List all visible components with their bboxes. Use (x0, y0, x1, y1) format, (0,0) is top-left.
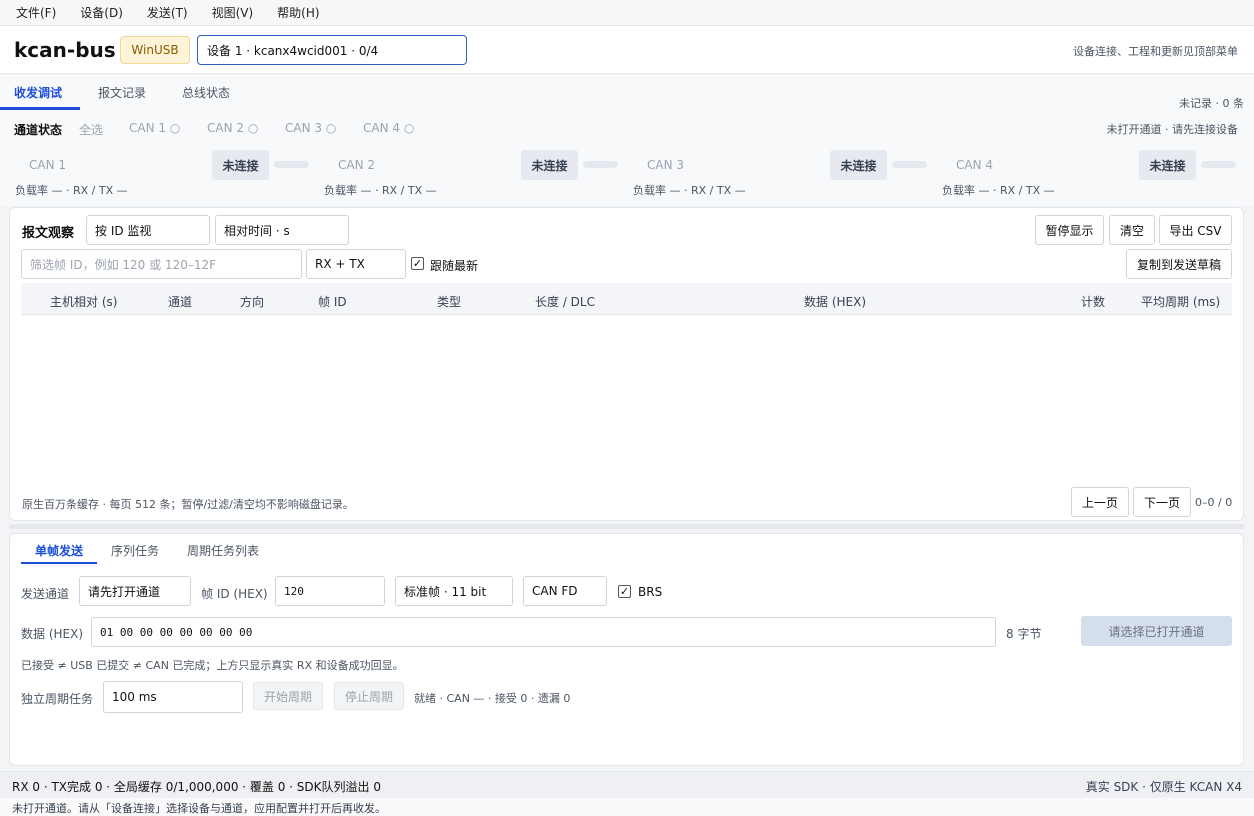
channel-card-load: 负载率 — · RX / TX — (942, 184, 1055, 197)
menu-file[interactable]: 文件(F) (16, 4, 56, 21)
col-channel[interactable]: 通道 (168, 293, 192, 310)
channel-chip-can3[interactable]: CAN 3 ○ (285, 121, 336, 135)
channel-card-load-bar (1201, 161, 1236, 168)
send-tab-indicator (21, 562, 97, 564)
col-host-time[interactable]: 主机相对 (s) (50, 293, 117, 310)
stop-period-button[interactable]: 停止周期 (334, 682, 404, 710)
app-title: kcan-bus (14, 38, 116, 62)
channel-hint: 未打开通道 · 请先连接设备 (1106, 123, 1239, 136)
menu-send[interactable]: 发送(T) (147, 4, 188, 21)
brs-label: BRS (638, 585, 663, 599)
channel-card-status-badge: 未连接 (1139, 150, 1196, 180)
channel-card-load-bar (583, 161, 618, 168)
tab-single-frame[interactable]: 单帧发送 (35, 542, 83, 559)
channel-status-title: 通道状态 (14, 123, 63, 137)
channel-card-name: CAN 4 (956, 158, 994, 172)
device-select[interactable]: 设备 1 · kcanx4wcid001 · 0/4 (197, 35, 467, 65)
hint-bar: 未打开通道。请从「设备连接」选择设备与通道，应用配置并打开后再收发。 (0, 798, 1254, 816)
menu-device[interactable]: 设备(D) (80, 4, 123, 21)
byte-count: 8 字节 (1006, 627, 1042, 641)
send-channel-select[interactable]: 请先打开通道 (79, 576, 191, 606)
channel-card-load-bar (892, 161, 927, 168)
brs-checkbox[interactable]: ✓ (618, 585, 631, 598)
export-csv-button[interactable]: 导出 CSV (1159, 215, 1232, 245)
channel-card-name: CAN 2 (338, 158, 376, 172)
frame-id-label: 帧 ID (HEX) (201, 587, 268, 601)
period-input[interactable]: 100 ms (103, 681, 243, 713)
copy-to-draft-button[interactable]: 复制到发送草稿 (1126, 249, 1232, 279)
menu-view[interactable]: 视图(V) (212, 4, 254, 21)
channel-card-status-badge: 未连接 (521, 150, 578, 180)
monitor-mode-select[interactable]: 按 ID 监视 (86, 215, 210, 245)
col-frame-id[interactable]: 帧 ID (318, 293, 347, 310)
channel-card-load: 负载率 — · RX / TX — (15, 184, 128, 197)
driver-badge: WinUSB (120, 36, 190, 64)
channel-chip-can1[interactable]: CAN 1 ○ (129, 121, 180, 135)
period-task-label: 独立周期任务 (21, 692, 94, 706)
record-count: 未记录 · 0 条 (1179, 97, 1244, 110)
data-label: 数据 (HEX) (21, 627, 84, 641)
time-mode-select[interactable]: 相对时间 · s (215, 215, 349, 245)
tab-periodic-list[interactable]: 周期任务列表 (187, 542, 259, 559)
tab-bus-status[interactable]: 总线状态 (182, 84, 230, 101)
monitor-title: 报文观察 (22, 226, 75, 241)
message-monitor-panel: 报文观察 按 ID 监视 相对时间 · s 暂停显示 清空 导出 CSV 筛选帧… (9, 207, 1244, 521)
col-data-hex[interactable]: 数据 (HEX) (804, 293, 866, 310)
channel-card-name: CAN 1 (29, 158, 67, 172)
prev-page-button[interactable]: 上一页 (1071, 487, 1129, 517)
sdk-status: 真实 SDK · 仅原生 KCAN X4 (1085, 780, 1242, 794)
send-channel-label: 发送通道 (21, 587, 70, 601)
channel-card-status-badge: 未连接 (212, 150, 269, 180)
status-bar: RX 0 · TX完成 0 · 全局缓存 0/1,000,000 · 覆盖 0 … (0, 771, 1254, 798)
channel-chip-can2[interactable]: CAN 2 ○ (207, 121, 258, 135)
channel-card-load-bar (274, 161, 309, 168)
app-header: kcan-bus WinUSB 设备 1 · kcanx4wcid001 · 0… (0, 26, 1254, 74)
send-button[interactable]: 请选择已打开通道 (1081, 616, 1232, 646)
menu-help[interactable]: 帮助(H) (277, 4, 319, 21)
period-status: 就绪 · CAN — · 接受 0 · 遗漏 0 (414, 692, 571, 705)
channel-card-load: 负载率 — · RX / TX — (324, 184, 437, 197)
header-hint: 设备连接、工程和更新见顶部菜单 (1073, 45, 1238, 58)
tab-transceive[interactable]: 收发调试 (14, 84, 62, 101)
send-note: 已接受 ≠ USB 已提交 ≠ CAN 已完成；上方只显示真实 RX 和设备成功… (21, 659, 404, 672)
hint-text: 未打开通道。请从「设备连接」选择设备与通道，应用配置并打开后再收发。 (12, 802, 386, 815)
follow-latest-label: 跟随最新 (430, 259, 479, 273)
col-avg-period[interactable]: 平均周期 (ms) (1141, 293, 1220, 310)
start-period-button[interactable]: 开始周期 (253, 682, 323, 710)
tab-records[interactable]: 报文记录 (98, 84, 146, 101)
col-count[interactable]: 计数 (1081, 293, 1105, 310)
channel-card-status-badge: 未连接 (830, 150, 887, 180)
channel-status-section: 通道状态 全选 CAN 1 ○ CAN 2 ○ CAN 3 ○ CAN 4 ○ … (0, 110, 1254, 206)
clear-button[interactable]: 清空 (1109, 215, 1155, 245)
panel-splitter[interactable] (9, 524, 1244, 529)
direction-select[interactable]: RX + TX (306, 249, 406, 279)
follow-latest-checkbox[interactable]: ✓ (411, 257, 424, 270)
frame-type-select[interactable]: 标准帧 · 11 bit (395, 576, 513, 606)
col-length-dlc[interactable]: 长度 / DLC (535, 293, 595, 310)
tab-sequence[interactable]: 序列任务 (111, 542, 159, 559)
pause-display-button[interactable]: 暂停显示 (1035, 215, 1104, 245)
buffer-note: 原生百万条缓存 · 每页 512 条；暂停/过滤/清空均不影响磁盘记录。 (22, 498, 354, 511)
protocol-select[interactable]: CAN FD (523, 576, 607, 606)
select-all-channels[interactable]: 全选 (79, 121, 103, 138)
col-type[interactable]: 类型 (437, 293, 461, 310)
channel-card-name: CAN 3 (647, 158, 685, 172)
main-tabs: 收发调试 报文记录 总线状态 未记录 · 0 条 (0, 75, 1254, 110)
status-counters: RX 0 · TX完成 0 · 全局缓存 0/1,000,000 · 覆盖 0 … (12, 780, 381, 794)
next-page-button[interactable]: 下一页 (1133, 487, 1191, 517)
page-info: 0–0 / 0 (1195, 496, 1233, 509)
col-direction[interactable]: 方向 (240, 293, 264, 310)
channel-card-load: 负载率 — · RX / TX — (633, 184, 746, 197)
channel-chip-can4[interactable]: CAN 4 ○ (363, 121, 414, 135)
frame-id-input[interactable]: 120 (275, 576, 385, 606)
frame-filter-input[interactable]: 筛选帧 ID，例如 120 或 120–12F (21, 249, 302, 279)
table-header: 主机相对 (s) 通道 方向 帧 ID 类型 长度 / DLC 数据 (HEX)… (21, 283, 1232, 315)
send-panel: 单帧发送 序列任务 周期任务列表 发送通道 请先打开通道 帧 ID (HEX) … (9, 533, 1244, 766)
data-hex-input[interactable]: 01 00 00 00 00 00 00 00 (91, 617, 996, 647)
menu-bar: 文件(F) 设备(D) 发送(T) 视图(V) 帮助(H) (0, 0, 1254, 26)
